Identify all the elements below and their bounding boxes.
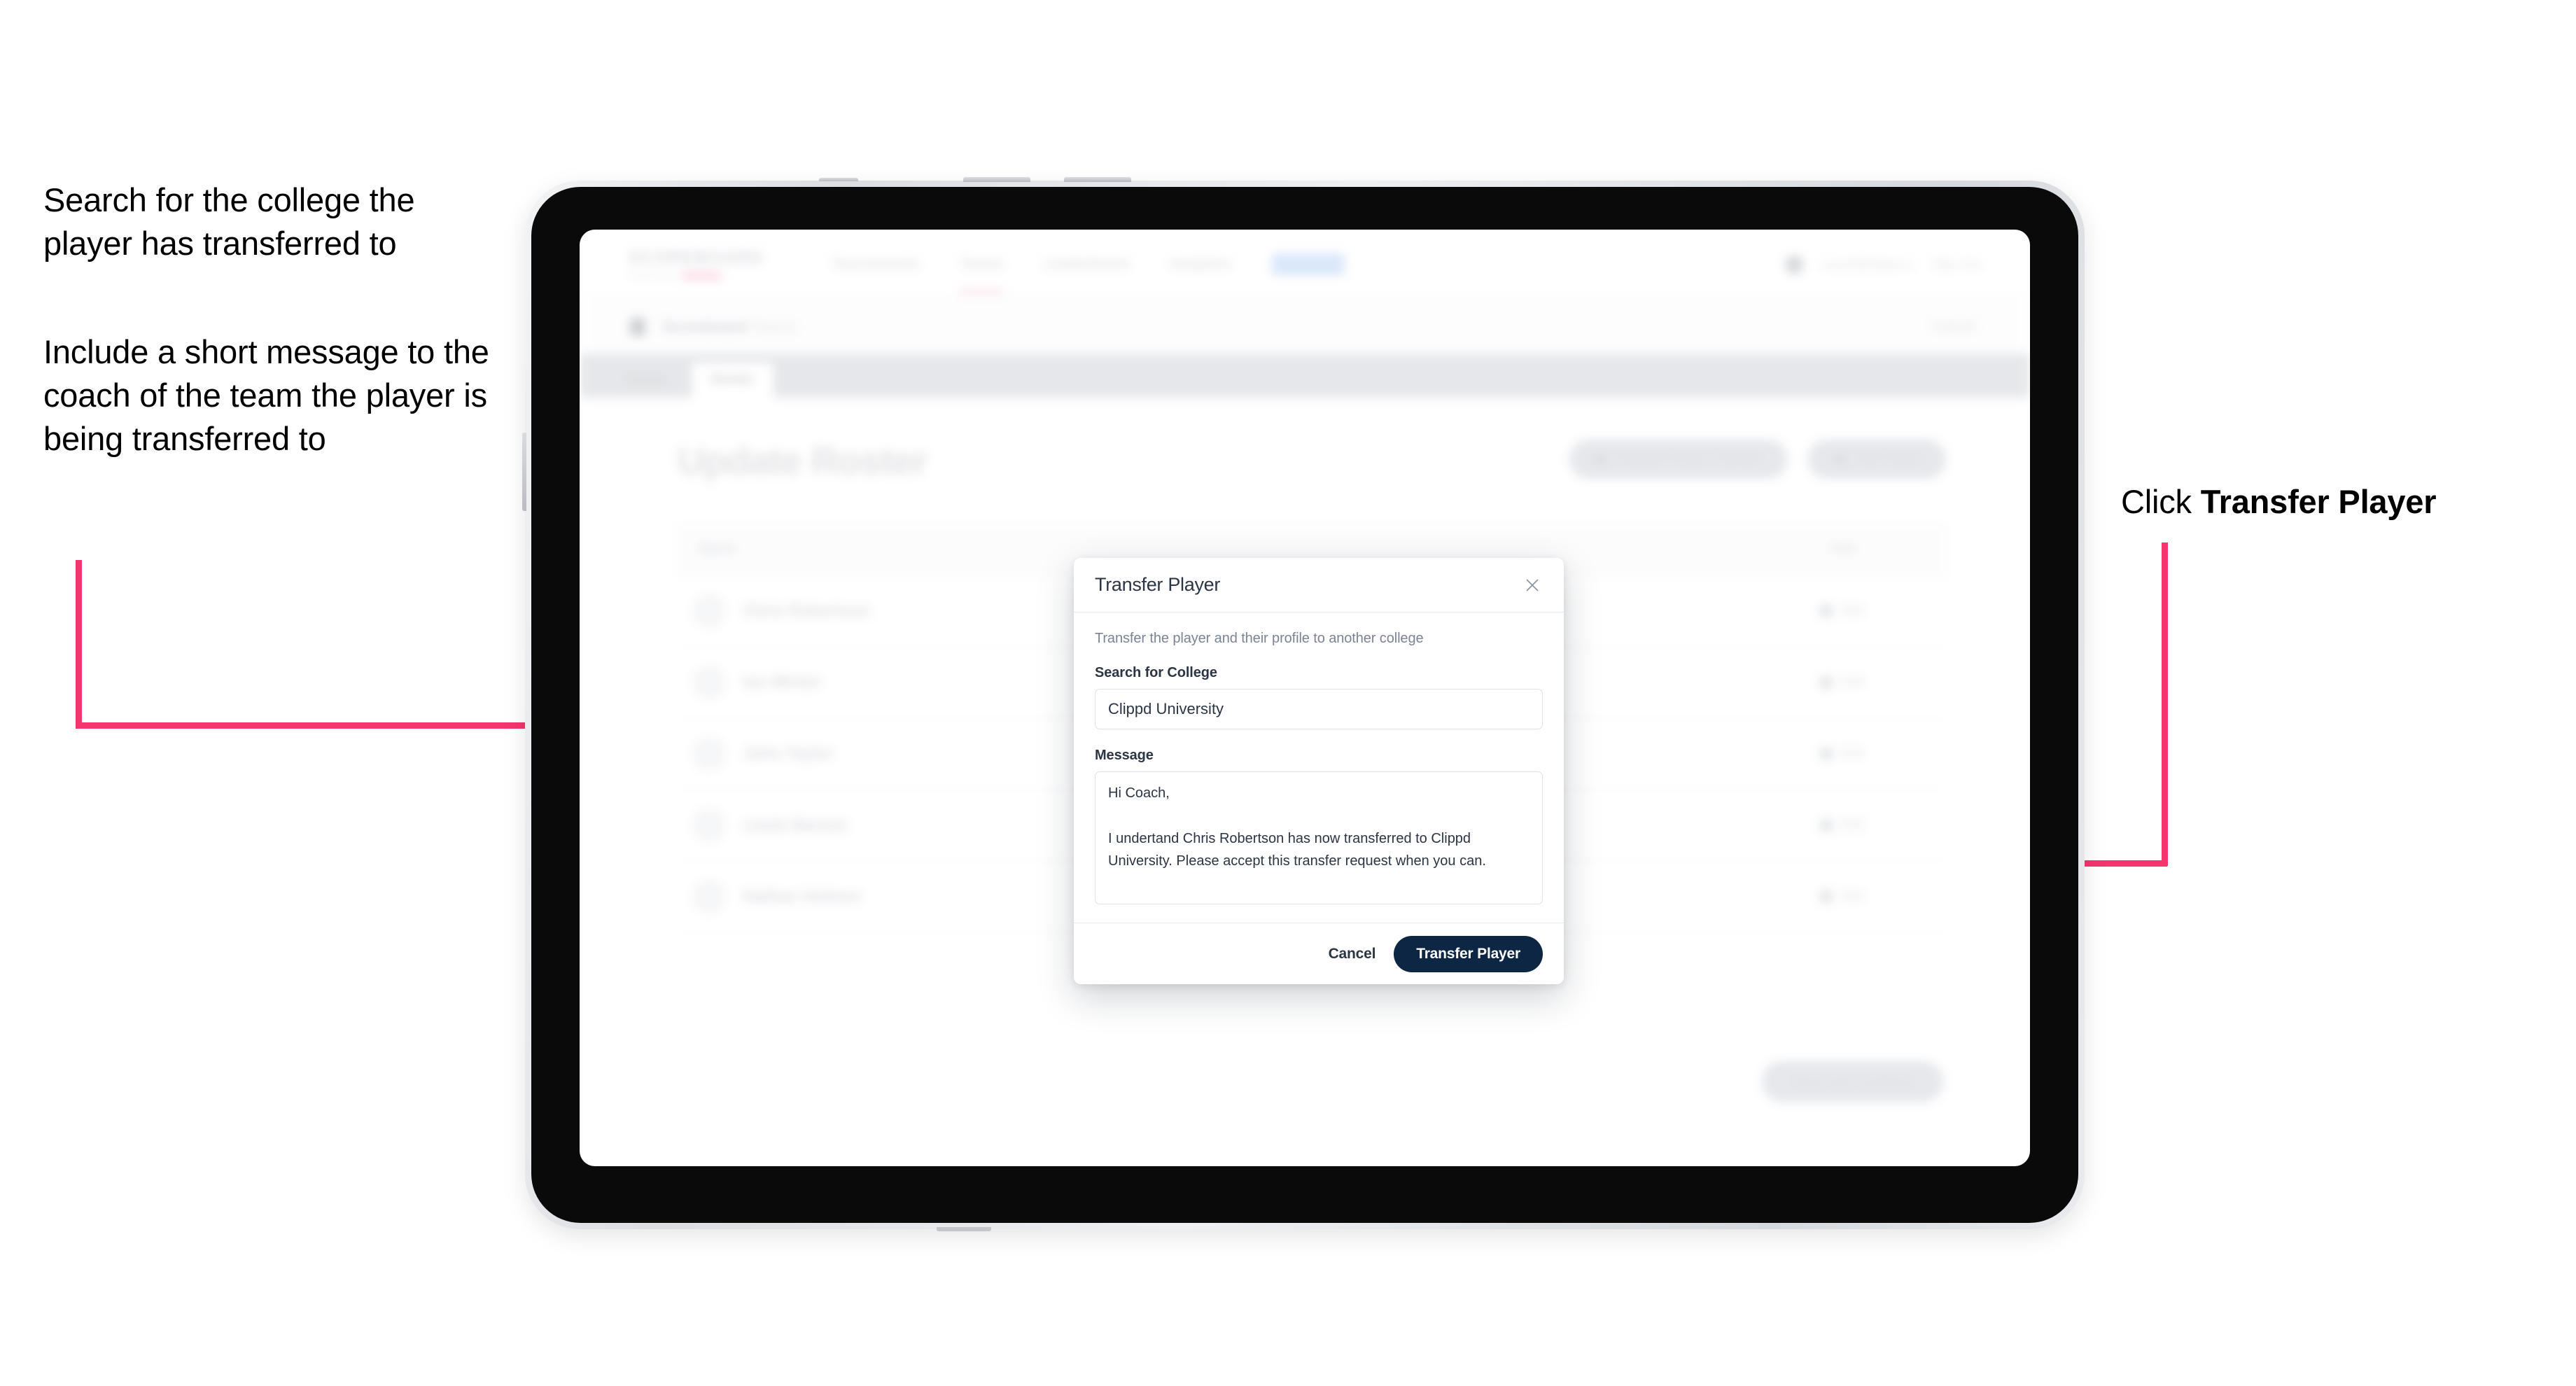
edit-button[interactable]: Edit — [1821, 675, 1863, 690]
edit-label: Edit — [1840, 603, 1863, 618]
tablet-screen: SCOREBOARD Powered by Clippd Tournaments… — [580, 230, 2030, 1166]
nav-user-email[interactable]: coach@clippd.io — [1821, 257, 1914, 272]
player-name: Chris Robertson — [743, 601, 870, 620]
app-logo[interactable]: SCOREBOARD Powered by Clippd — [629, 248, 764, 280]
logo-subtext: Powered by Clippd — [629, 272, 755, 280]
breadcrumb-main[interactable]: Scoreboard — [662, 318, 748, 335]
avatar — [693, 737, 725, 770]
avatar[interactable] — [1784, 255, 1803, 274]
edit-label: Edit — [1840, 888, 1863, 904]
college-field-label: Search for College — [1095, 665, 1217, 680]
tab-details[interactable]: Details — [605, 363, 687, 398]
app-top-nav: SCOREBOARD Powered by Clippd Tournaments… — [580, 230, 2030, 300]
player-name: Lewis Barnes — [743, 816, 848, 834]
edit-button[interactable]: Edit — [1821, 889, 1863, 904]
screenshot-root: Search for the college the player has tr… — [0, 0, 2576, 1386]
player-name: Ian Winter — [743, 673, 821, 691]
column-header-edit: Edit — [1831, 541, 1856, 556]
app-nav-right: coach@clippd.io Sign Out — [1784, 255, 1981, 274]
app-nav-items: Tournaments Teams Leaderboard Analytics … — [832, 253, 1345, 293]
logo-brand-pill: Clippd — [682, 272, 722, 280]
nav-item-teams[interactable]: Teams — [960, 256, 1003, 293]
annotation-search-college: Search for the college the player has tr… — [43, 181, 415, 262]
nav-item-roster-pill[interactable]: Roster — [1272, 253, 1345, 275]
search-college-input[interactable]: Clippd University — [1095, 689, 1543, 729]
edit-label: Edit — [1840, 746, 1863, 761]
annotation-arrow-left-stem — [76, 560, 82, 728]
logo-wordmark: SCOREBOARD — [629, 248, 764, 267]
app-tab-bar: Details Roster — [580, 354, 2030, 398]
plus-icon — [1833, 453, 1847, 465]
tab-roster[interactable]: Roster — [692, 363, 774, 398]
annotation-include-message: Include a short message to the coach of … — [43, 333, 489, 458]
nav-item-leaderboard[interactable]: Leaderboard — [1044, 256, 1128, 272]
breadcrumb-sub[interactable]: Teams — [752, 318, 797, 335]
add-player-button[interactable]: Add Player — [1808, 440, 1946, 479]
annotation-arrow-right-stem — [2162, 542, 2168, 866]
pencil-icon — [1821, 676, 1833, 688]
request-roster-transfer-label: Request Roster Transfer — [1617, 451, 1763, 466]
player-name: John Taylor — [743, 744, 834, 762]
device-antenna-line — [819, 178, 858, 181]
add-player-label: Add Player — [1856, 451, 1921, 466]
field-spacer — [1095, 729, 1543, 748]
nav-sign-out[interactable]: Sign Out — [1932, 257, 1981, 272]
device-volume-down-button[interactable] — [1064, 177, 1131, 182]
device-connector-line — [937, 1227, 991, 1231]
nav-item-tournaments[interactable]: Tournaments — [832, 256, 919, 272]
edit-label: Edit — [1840, 817, 1863, 832]
message-textarea[interactable]: Hi Coach, I undertand Chris Robertson ha… — [1095, 771, 1543, 904]
edit-button[interactable]: Edit — [1821, 746, 1863, 762]
column-header-name: Name — [699, 541, 737, 556]
modal-title: Transfer Player — [1095, 574, 1221, 595]
transfer-player-button[interactable]: Transfer Player — [1394, 935, 1543, 972]
avatar — [693, 808, 725, 841]
breadcrumb-icon — [630, 317, 645, 336]
breadcrumb: Scoreboard Teams — [662, 318, 797, 336]
pencil-icon — [1821, 890, 1833, 902]
request-roster-transfer-button[interactable]: Request Roster Transfer — [1569, 440, 1788, 479]
avatar — [693, 880, 725, 913]
annotation-click-bold: Transfer Player — [2200, 483, 2437, 520]
logo-powered-by: Powered by — [629, 272, 677, 280]
tablet-device-frame: SCOREBOARD Powered by Clippd Tournaments… — [522, 177, 2085, 1231]
pencil-icon — [1821, 748, 1833, 760]
avatar — [693, 594, 725, 627]
modal-header: Transfer Player — [1074, 558, 1564, 612]
edit-label: Edit — [1840, 674, 1863, 690]
pencil-icon — [1821, 605, 1833, 617]
edit-button[interactable]: Edit — [1821, 818, 1863, 833]
modal-body: Transfer the player and their profile to… — [1074, 612, 1564, 923]
avatar — [693, 666, 725, 699]
cancel-button[interactable]: Cancel — [1329, 946, 1376, 962]
edit-button[interactable]: Edit — [1821, 603, 1863, 619]
close-icon[interactable] — [1520, 573, 1544, 597]
transfer-icon — [1595, 453, 1608, 465]
player-name: Nathan Holmes — [743, 887, 861, 905]
save-and-continue-button[interactable]: Save And Continue — [1761, 1061, 1943, 1102]
transfer-player-modal: Transfer Player Transfer the player and … — [1074, 558, 1564, 984]
device-volume-up-button[interactable] — [963, 177, 1030, 182]
message-field-label: Message — [1095, 748, 1154, 763]
app-sub-bar: Scoreboard Teams Cancel — [580, 300, 2030, 354]
nav-item-analytics[interactable]: Analytics — [1169, 256, 1231, 272]
page-action-buttons: Request Roster Transfer Add Player — [1569, 440, 1946, 479]
modal-description: Transfer the player and their profile to… — [1095, 631, 1424, 646]
subbar-cancel-button[interactable]: Cancel — [1932, 318, 1975, 335]
pencil-icon — [1821, 819, 1833, 831]
annotation-click-transfer: Click Transfer Player — [2121, 480, 2555, 524]
page-title: Update Roster — [678, 440, 927, 482]
device-side-button[interactable] — [522, 433, 526, 511]
annotation-click-prefix: Click — [2121, 483, 2201, 520]
modal-footer: Cancel Transfer Player — [1074, 923, 1564, 984]
